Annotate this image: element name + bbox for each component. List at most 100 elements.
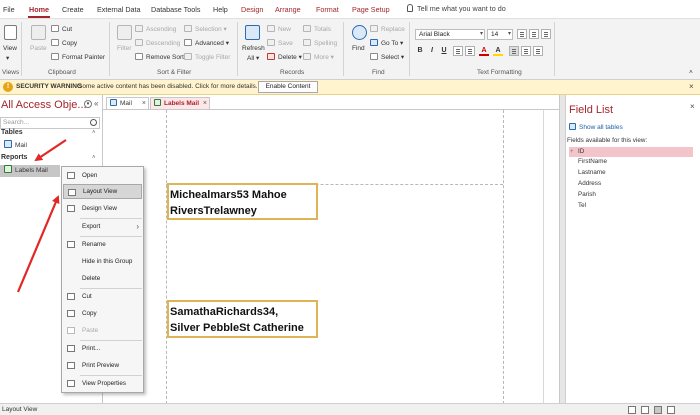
increase-indent-icon[interactable] xyxy=(465,46,475,56)
new-record-button[interactable]: New xyxy=(267,25,291,33)
enable-content-button[interactable]: Enable Content xyxy=(258,81,318,93)
menu-item-rename[interactable]: Rename xyxy=(63,237,142,252)
find-icon[interactable] xyxy=(352,25,367,40)
bullets-icon[interactable] xyxy=(517,29,527,39)
tab-help[interactable]: Help xyxy=(213,5,228,14)
tab-design[interactable]: Design xyxy=(241,5,263,14)
tab-file[interactable]: File xyxy=(3,5,15,14)
field-item-address[interactable]: Address xyxy=(569,179,693,189)
chevron-up-icon[interactable]: ˄ xyxy=(92,155,96,161)
nav-pane-title[interactable]: All Access Obje... xyxy=(1,99,87,111)
field-item-parish[interactable]: Parish xyxy=(569,190,693,200)
select-button[interactable]: Select ▾ xyxy=(370,53,404,61)
italic-button[interactable]: I xyxy=(427,46,437,56)
tab-external-data[interactable]: External Data xyxy=(97,5,141,14)
spelling-button[interactable]: Spelling xyxy=(303,39,337,47)
delete-record-button[interactable]: Delete ▾ xyxy=(267,53,302,61)
tab-create[interactable]: Create xyxy=(62,5,84,14)
highlight-button[interactable]: A xyxy=(493,46,503,56)
cut-button[interactable]: Cut xyxy=(51,25,72,33)
report-layout-surface[interactable]: Michealmars53 Mahoe RiversTrelawney Sama… xyxy=(103,109,559,404)
show-all-tables-link[interactable]: Show all tables xyxy=(569,123,623,131)
close-icon[interactable]: × xyxy=(142,98,146,109)
menu-item-open[interactable]: Open xyxy=(63,168,142,183)
field-item-tel[interactable]: Tel xyxy=(569,201,693,211)
tab-database-tools[interactable]: Database Tools xyxy=(151,5,200,14)
tab-page-setup[interactable]: Page Setup xyxy=(352,5,390,14)
paste-button[interactable]: Paste xyxy=(30,45,47,52)
tab-arrange[interactable]: Arrange xyxy=(275,5,301,14)
font-color-button[interactable]: A xyxy=(479,46,489,56)
document-tab-mail[interactable]: Mail × xyxy=(106,97,149,109)
toggle-filter-button[interactable]: Toggle Filter xyxy=(184,53,230,61)
goto-button[interactable]: Go To ▾ xyxy=(370,39,403,47)
save-record-button[interactable]: Save xyxy=(267,39,293,47)
totals-button[interactable]: Totals xyxy=(303,25,331,33)
more-button[interactable]: More ▾ xyxy=(303,53,334,61)
chevron-up-icon[interactable]: ˄ xyxy=(92,130,96,136)
refresh-button[interactable]: Refresh xyxy=(242,45,265,52)
menu-item-paste[interactable]: Paste xyxy=(63,323,142,338)
nav-item-mail-table[interactable]: Mail xyxy=(0,140,102,152)
close-icon[interactable]: × xyxy=(689,82,694,91)
format-painter-button[interactable]: Format Painter xyxy=(51,53,105,61)
menu-item-copy[interactable]: Copy xyxy=(63,306,142,321)
view-dropdown-icon[interactable]: ▾ xyxy=(6,54,9,62)
refresh-icon[interactable] xyxy=(245,25,260,40)
numbering-icon[interactable] xyxy=(529,29,539,39)
pane-resize-handle[interactable] xyxy=(560,95,566,403)
refresh-all-button[interactable]: All ▾ xyxy=(247,54,259,62)
mailing-label-1[interactable]: Michealmars53 Mahoe RiversTrelawney xyxy=(167,183,318,220)
font-size-combo[interactable]: 14 ▾ xyxy=(487,29,513,40)
collapse-ribbon-icon[interactable]: ˄ xyxy=(689,69,693,76)
align-right-icon[interactable] xyxy=(533,46,543,56)
document-tab-labels-mail[interactable]: Labels Mail × xyxy=(150,97,210,109)
view-icon[interactable] xyxy=(4,25,17,40)
nav-section-tables[interactable]: Tables xyxy=(1,129,23,136)
paste-icon[interactable] xyxy=(31,25,46,40)
copy-button[interactable]: Copy xyxy=(51,39,77,47)
nav-search-input[interactable]: Search... xyxy=(0,117,100,129)
menu-item-design-view[interactable]: Design View xyxy=(63,201,142,216)
tell-me-search[interactable]: Tell me what you want to do xyxy=(407,4,506,13)
align-center-icon[interactable] xyxy=(521,46,531,56)
filter-button[interactable]: Filter xyxy=(117,45,131,52)
indent-icon[interactable] xyxy=(541,29,551,39)
descending-button[interactable]: Descending xyxy=(135,39,180,47)
view-button[interactable]: View xyxy=(3,45,17,52)
chevron-down-icon[interactable]: ▾ xyxy=(84,100,92,108)
menu-item-layout-view[interactable]: Layout View xyxy=(63,184,142,199)
nav-collapse-button[interactable]: « xyxy=(94,99,98,108)
menu-item-print[interactable]: Print... xyxy=(63,341,142,356)
nav-item-labels-mail-report[interactable]: Labels Mail xyxy=(0,165,60,177)
selection-button[interactable]: Selection ▾ xyxy=(184,25,227,33)
filter-icon[interactable] xyxy=(117,25,132,40)
menu-item-hide-in-group[interactable]: Hide in this Group xyxy=(63,254,142,269)
font-name-combo[interactable]: Arial Black ▾ xyxy=(415,29,485,40)
remove-sort-button[interactable]: Remove Sort xyxy=(135,53,184,61)
security-warning-message[interactable]: Some active content has been disabled. C… xyxy=(78,83,258,90)
menu-item-view-properties[interactable]: View Properties xyxy=(63,376,142,391)
menu-item-export[interactable]: Export › xyxy=(63,219,142,234)
layout-view-icon[interactable] xyxy=(654,406,662,414)
menu-item-cut[interactable]: Cut xyxy=(63,289,142,304)
decrease-indent-icon[interactable] xyxy=(453,46,463,56)
print-preview-view-icon[interactable] xyxy=(641,406,649,414)
field-item-lastname[interactable]: Lastname xyxy=(569,168,693,178)
report-view-icon[interactable] xyxy=(628,406,636,414)
ascending-button[interactable]: Ascending xyxy=(135,25,176,33)
field-item-firstname[interactable]: FirstName xyxy=(569,157,693,167)
align-left-icon[interactable] xyxy=(509,46,519,56)
field-item-id[interactable]: + ID xyxy=(569,147,693,157)
menu-item-print-preview[interactable]: Print Preview xyxy=(63,358,142,373)
nav-section-reports[interactable]: Reports xyxy=(1,154,27,161)
underline-button[interactable]: U xyxy=(439,46,449,56)
mailing-label-2[interactable]: SamathaRichards34, Silver PebbleSt Cathe… xyxy=(167,300,318,338)
replace-button[interactable]: Replace xyxy=(370,25,405,33)
design-view-icon[interactable] xyxy=(667,406,675,414)
menu-item-delete[interactable]: Delete xyxy=(63,271,142,286)
close-icon[interactable]: × xyxy=(203,98,207,109)
close-icon[interactable]: × xyxy=(690,102,695,111)
tab-format[interactable]: Format xyxy=(316,5,339,14)
find-button[interactable]: Find xyxy=(352,45,365,52)
